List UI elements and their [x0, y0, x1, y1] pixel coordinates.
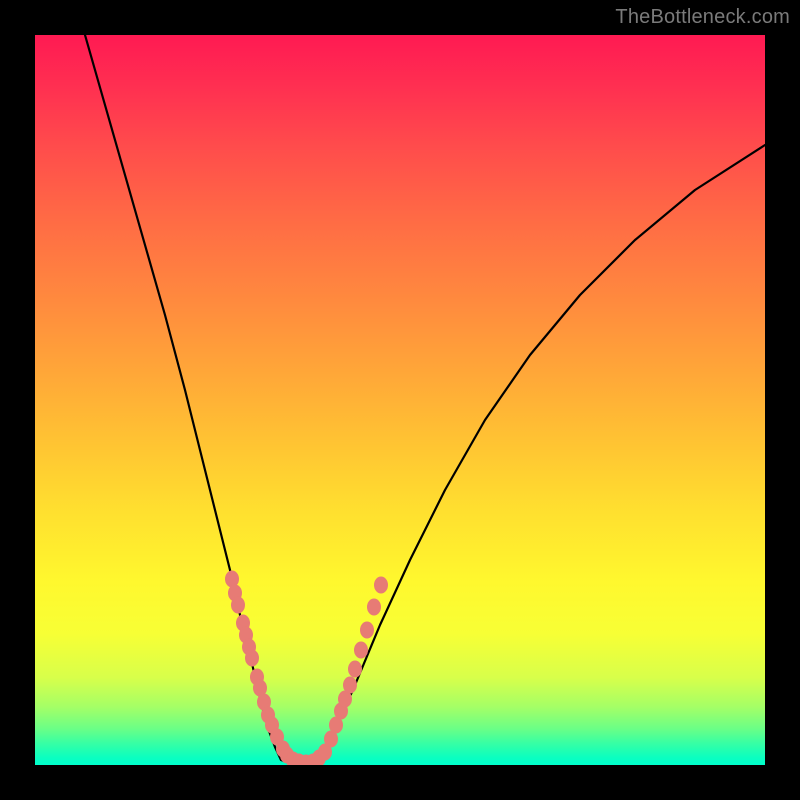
plot-area [35, 35, 765, 765]
bottleneck-curve [35, 35, 765, 765]
chart-frame: TheBottleneck.com [0, 0, 800, 800]
v-curve-path [85, 35, 765, 764]
data-marker [343, 677, 357, 694]
data-marker [367, 599, 381, 616]
data-marker [245, 650, 259, 667]
data-marker [348, 661, 362, 678]
watermark-label: TheBottleneck.com [615, 6, 790, 29]
data-marker [374, 577, 388, 594]
data-marker [354, 642, 368, 659]
data-marker [360, 622, 374, 639]
data-marker [231, 597, 245, 614]
